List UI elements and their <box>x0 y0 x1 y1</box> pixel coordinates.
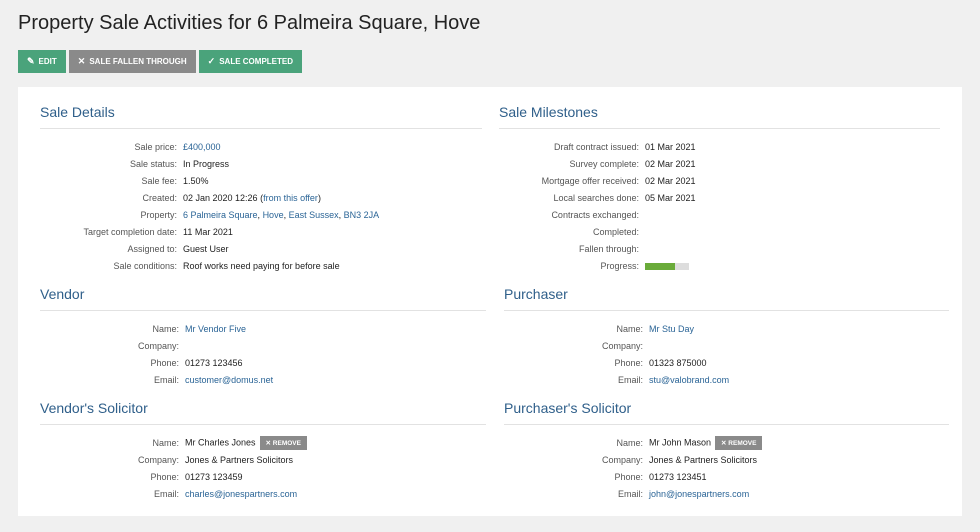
page-title: Property Sale Activities for 6 Palmeira … <box>18 12 481 34</box>
vendor-solicitor-section: Vendor's Solicitor Name: Mr Charles Jones… <box>40 400 486 502</box>
property-town-link[interactable]: Hove <box>263 210 284 220</box>
sale-status-label: Sale status: <box>129 158 177 169</box>
vendor-solicitor-name-label: Name: <box>152 437 179 448</box>
vendor-heading: Vendor <box>40 286 486 311</box>
purchaser-solicitor-name-value: Mr John Mason ✕ REMOVE <box>649 435 763 450</box>
sale-price-value[interactable]: £400,000 <box>183 142 221 152</box>
purchaser-solicitor-email-link[interactable]: john@jonespartners.com <box>649 489 749 499</box>
sale-conditions-value: Roof works need paying for before sale <box>183 260 340 271</box>
fallen-through-label: Fallen through: <box>578 243 639 254</box>
vendor-name-link[interactable]: Mr Vendor Five <box>185 324 246 334</box>
purchaser-solicitor-phone-value: 01273 123451 <box>649 471 707 482</box>
target-completion-value: 11 Mar 2021 <box>183 226 233 237</box>
vendor-email-link[interactable]: customer@domus.net <box>185 375 273 385</box>
vendor-solicitor-name: Mr Charles Jones <box>185 436 256 447</box>
sale-status-value: In Progress <box>183 158 230 169</box>
draft-contract-label: Draft contract issued: <box>553 141 639 152</box>
created-value: 02 Jan 2020 12:26 (from this offer) <box>183 193 321 203</box>
assigned-to-value: Guest User <box>183 243 229 254</box>
sale-milestones-section: Sale Milestones Draft contract issued: 01… <box>499 104 940 274</box>
sale-price-label: Sale price: <box>134 141 177 152</box>
purchaser-email-link[interactable]: stu@valobrand.com <box>649 375 729 385</box>
property-label: Property: <box>140 209 177 220</box>
draft-contract-value: 01 Mar 2021 <box>645 141 696 152</box>
purchaser-solicitor-company-value: Jones & Partners Solicitors <box>649 454 758 465</box>
progress-value <box>645 261 689 271</box>
purchaser-phone-label: Phone: <box>614 357 643 368</box>
progress-label: Progress: <box>600 260 639 271</box>
target-completion-label: Target completion date: <box>83 226 177 237</box>
vendor-solicitor-company-value: Jones & Partners Solicitors <box>185 454 294 465</box>
purchaser-solicitor-name: Mr John Mason <box>649 436 712 447</box>
vendor-section: Vendor Name: Mr Vendor Five Company: Phon… <box>40 286 486 388</box>
sale-fee-label: Sale fee: <box>141 175 177 186</box>
purchaser-solicitor-name-label: Name: <box>616 437 643 448</box>
vendor-solicitor-phone-value: 01273 123459 <box>185 471 243 482</box>
remove-purchaser-solicitor-button[interactable]: ✕ REMOVE <box>715 435 763 450</box>
vendor-solicitor-email-link[interactable]: charles@jonespartners.com <box>185 489 297 499</box>
vendor-name-label: Name: <box>152 323 179 334</box>
purchaser-name-label: Name: <box>616 323 643 334</box>
sale-conditions-label: Sale conditions: <box>113 260 177 271</box>
vendor-phone-label: Phone: <box>150 357 179 368</box>
created-paren-close: ) <box>317 192 321 203</box>
close-icon: ✕ <box>265 439 273 447</box>
progress-bar <box>645 262 689 270</box>
details-panel: Sale Details Sale price: £400,000 Sale st… <box>18 87 962 516</box>
check-icon: ✓ <box>207 56 216 66</box>
mortgage-offer-value: 02 Mar 2021 <box>645 175 696 186</box>
vendor-solicitor-name-value: Mr Charles Jones ✕ REMOVE <box>185 435 307 450</box>
property-county-link[interactable]: East Sussex <box>289 210 339 220</box>
action-toolbar: ✎ EDIT ✕ SALE FALLEN THROUGH ✓ SALE COMP… <box>18 50 302 73</box>
completed-label: Completed: <box>592 226 639 237</box>
purchaser-solicitor-company-label: Company: <box>601 454 643 465</box>
vendor-solicitor-company-label: Company: <box>137 454 179 465</box>
property-value: 6 Palmeira Square, Hove, East Sussex, BN… <box>183 210 379 220</box>
local-searches-label: Local searches done: <box>553 192 639 203</box>
created-date: 02 Jan 2020 12:26 <box>183 192 258 203</box>
vendor-solicitor-email-label: Email: <box>153 488 179 499</box>
property-postcode-link[interactable]: BN3 2JA <box>344 210 380 220</box>
close-icon: ✕ <box>77 56 86 66</box>
purchaser-solicitor-heading: Purchaser's Solicitor <box>504 400 949 425</box>
sale-details-heading: Sale Details <box>40 104 482 129</box>
local-searches-value: 05 Mar 2021 <box>645 192 696 203</box>
vendor-phone-value: 01273 123456 <box>185 357 243 368</box>
remove-label: REMOVE <box>272 439 301 447</box>
purchaser-solicitor-email-label: Email: <box>617 488 643 499</box>
sale-milestones-heading: Sale Milestones <box>499 104 940 129</box>
purchaser-company-label: Company: <box>601 340 643 351</box>
sale-fallen-through-label: SALE FALLEN THROUGH <box>89 57 187 66</box>
sale-details-section: Sale Details Sale price: £400,000 Sale st… <box>40 104 482 274</box>
survey-complete-value: 02 Mar 2021 <box>645 158 696 169</box>
purchaser-section: Purchaser Name: Mr Stu Day Company: Phone… <box>504 286 949 388</box>
purchaser-heading: Purchaser <box>504 286 949 311</box>
from-this-offer-link[interactable]: from this offer <box>263 193 318 203</box>
sale-completed-button[interactable]: ✓ SALE COMPLETED <box>198 50 302 73</box>
purchaser-name-link[interactable]: Mr Stu Day <box>649 324 694 334</box>
sale-completed-label: SALE COMPLETED <box>219 57 293 66</box>
vendor-company-label: Company: <box>137 340 179 351</box>
edit-icon: ✎ <box>27 56 35 66</box>
vendor-solicitor-phone-label: Phone: <box>150 471 179 482</box>
survey-complete-label: Survey complete: <box>569 158 639 169</box>
sale-fallen-through-button[interactable]: ✕ SALE FALLEN THROUGH <box>68 50 196 73</box>
vendor-solicitor-heading: Vendor's Solicitor <box>40 400 486 425</box>
progress-bar-fill <box>645 262 675 270</box>
contracts-exchanged-label: Contracts exchanged: <box>551 209 639 220</box>
edit-button[interactable]: ✎ EDIT <box>18 50 66 73</box>
remove-label: REMOVE <box>728 439 757 447</box>
purchaser-phone-value: 01323 875000 <box>649 357 707 368</box>
assigned-to-label: Assigned to: <box>127 243 177 254</box>
purchaser-email-label: Email: <box>617 374 643 385</box>
property-address-link[interactable]: 6 Palmeira Square <box>183 210 258 220</box>
edit-button-label: EDIT <box>38 57 57 66</box>
remove-vendor-solicitor-button[interactable]: ✕ REMOVE <box>259 435 307 450</box>
purchaser-solicitor-section: Purchaser's Solicitor Name: Mr John Mason… <box>504 400 949 502</box>
purchaser-solicitor-phone-label: Phone: <box>614 471 643 482</box>
created-label: Created: <box>142 192 177 203</box>
sale-fee-value: 1.50% <box>183 175 209 186</box>
vendor-email-label: Email: <box>153 374 179 385</box>
mortgage-offer-label: Mortgage offer received: <box>541 175 639 186</box>
